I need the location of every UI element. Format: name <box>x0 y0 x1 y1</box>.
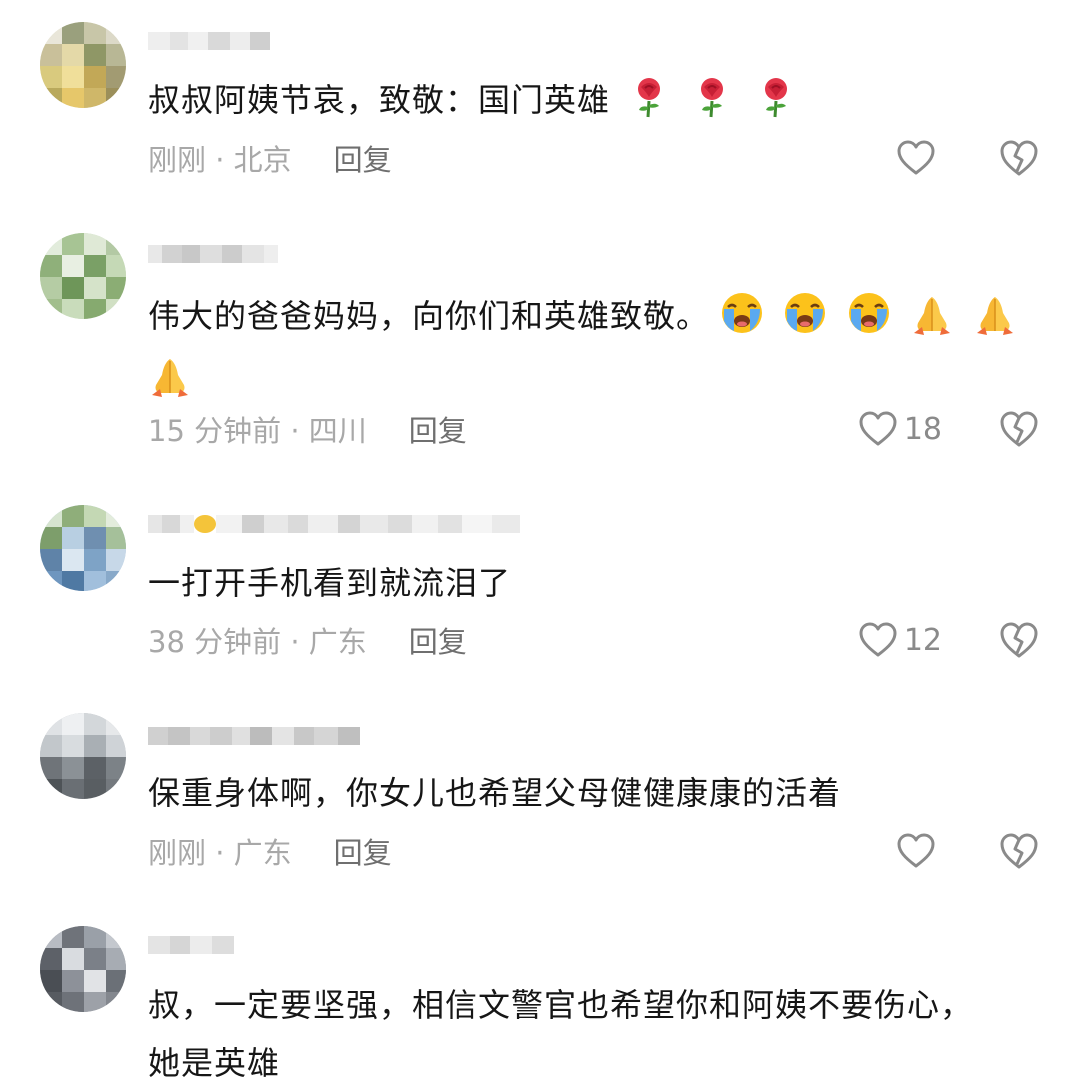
rose-icon <box>638 78 661 118</box>
comment-time-location: 刚刚 · 北京 <box>148 143 292 177</box>
folded-hands-icon <box>152 359 188 397</box>
comment-meta: 15 分钟前 · 四川 回复 <box>148 409 467 449</box>
broken-heart-icon[interactable] <box>998 831 1040 871</box>
folded-hands-icon <box>913 297 950 335</box>
comment-item: 保重身体啊，你女儿也希望父母健健康康的活着 刚刚 · 广东 回复 <box>0 685 1080 900</box>
like-button[interactable] <box>896 136 942 180</box>
comment-item: 叔叔阿姨节哀，致敬：国门英雄 刚刚 · 北京 回复 <box>0 0 1080 205</box>
like-count: 18 <box>903 411 942 447</box>
comment-text-content: 叔，一定要坚强，相信文警官也希望你和阿姨不要伤心，她是英雄 <box>148 986 974 1082</box>
username-blurred[interactable] <box>148 934 240 956</box>
comment-text: 叔，一定要坚强，相信文警官也希望你和阿姨不要伤心，她是英雄 <box>148 976 998 1092</box>
heart-outline-icon <box>859 622 897 657</box>
reply-button[interactable]: 回复 <box>334 137 392 179</box>
username-blurred[interactable] <box>148 725 360 747</box>
folded-hands-icon <box>976 297 1013 335</box>
comment-meta: 刚刚 · 北京 回复 <box>148 138 392 178</box>
like-button[interactable] <box>896 829 942 873</box>
rose-icon <box>701 78 724 118</box>
broken-heart-icon[interactable] <box>998 138 1040 178</box>
crying-face-icon <box>848 293 889 333</box>
like-count: 12 <box>903 622 942 658</box>
comment-text-content: 叔叔阿姨节哀，致敬：国门英雄 <box>148 81 611 119</box>
comment-text: 保重身体啊，你女儿也希望父母健健康康的活着 <box>148 765 1048 821</box>
comment-text: 叔叔阿姨节哀，致敬：国门英雄 <box>148 72 1048 128</box>
comment-item: 伟大的爸爸妈妈，向你们和英雄致敬。 15 分钟前 · 四川 回复 18 <box>0 205 1080 475</box>
broken-heart-icon[interactable] <box>998 409 1040 449</box>
comment-time-location: 38 分钟前 · 广东 <box>148 625 367 659</box>
avatar[interactable] <box>40 233 126 319</box>
comment-emoji-list <box>627 78 805 119</box>
comment-meta: 38 分钟前 · 广东 回复 <box>148 620 467 660</box>
heart-outline-icon <box>859 411 897 446</box>
comment-text-content: 伟大的爸爸妈妈，向你们和英雄致敬。 <box>148 297 710 335</box>
comment-text-content: 一打开手机看到就流泪了 <box>148 564 512 602</box>
comment-item: 一打开手机看到就流泪了 38 分钟前 · 广东 回复 12 <box>0 475 1080 685</box>
comment-time-location: 15 分钟前 · 四川 <box>148 414 367 448</box>
username-blurred[interactable] <box>148 30 270 52</box>
avatar[interactable] <box>40 22 126 108</box>
avatar[interactable] <box>40 505 126 591</box>
reply-button[interactable]: 回复 <box>409 619 467 661</box>
reply-button[interactable]: 回复 <box>334 830 392 872</box>
crying-face-icon <box>785 293 826 333</box>
like-button[interactable]: 18 <box>858 407 942 451</box>
comment-text: 伟大的爸爸妈妈，向你们和英雄致敬。 <box>148 285 1048 409</box>
broken-heart-icon[interactable] <box>998 620 1040 660</box>
heart-outline-icon <box>897 140 935 175</box>
avatar[interactable] <box>40 713 126 799</box>
reply-button[interactable]: 回复 <box>409 408 467 450</box>
username-blurred[interactable] <box>148 513 520 535</box>
crying-face-icon <box>722 293 763 333</box>
comment-item: 叔，一定要坚强，相信文警官也希望你和阿姨不要伤心，她是英雄 <box>0 900 1080 1087</box>
like-button[interactable]: 12 <box>858 618 942 662</box>
username-blurred[interactable] <box>148 243 278 265</box>
comment-text-content: 保重身体啊，你女儿也希望父母健健康康的活着 <box>148 774 842 812</box>
comment-text: 一打开手机看到就流泪了 <box>148 555 1048 611</box>
avatar[interactable] <box>40 926 126 1012</box>
rose-icon <box>764 78 787 118</box>
comment-meta: 刚刚 · 广东 回复 <box>148 831 392 871</box>
heart-outline-icon <box>897 833 935 868</box>
comment-time-location: 刚刚 · 广东 <box>148 836 292 870</box>
